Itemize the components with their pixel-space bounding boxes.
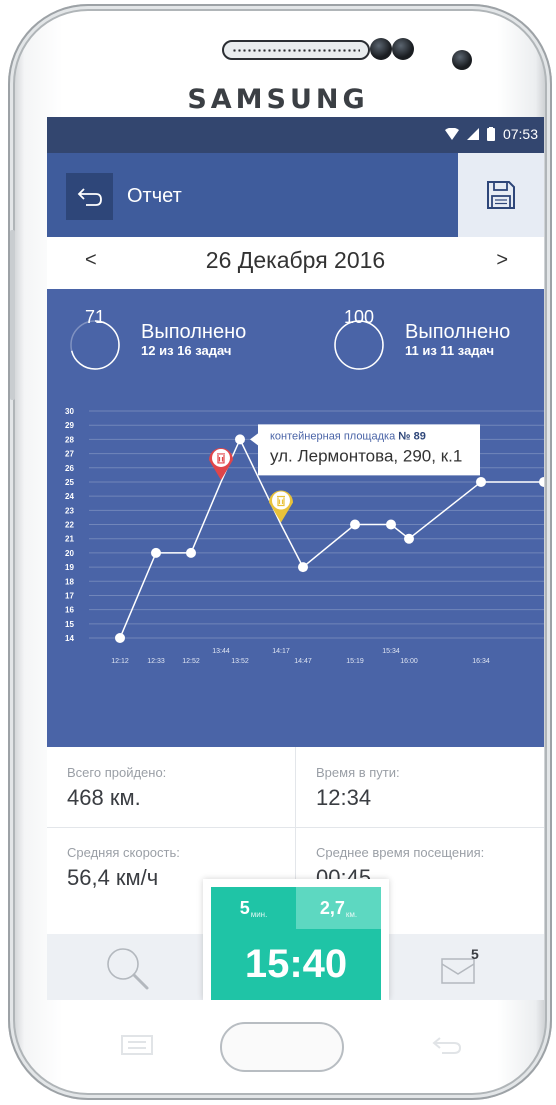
container-marker[interactable]: [209, 447, 233, 480]
y-tick-label: 21: [65, 535, 74, 544]
date-navigator: < 26 Декабря 2016 >: [47, 237, 544, 289]
location-tooltip: контейнерная площадка № 89 ул. Лермонтова…: [250, 424, 480, 476]
back-arrow-icon: [77, 187, 102, 206]
x-tick-label: 14:47: [294, 658, 312, 665]
earpiece: [222, 40, 370, 60]
data-point: [350, 519, 360, 530]
route-chart: 14 15 16 17 18 19 20 21 22 23 24 25 26 27 28 29 30 12:12 1…: [65, 407, 544, 665]
y-tick-label: 18: [65, 577, 74, 586]
tooltip-title: контейнерная площадка № 89: [270, 430, 426, 442]
y-tick-label: 20: [65, 549, 74, 558]
volume-button: [10, 230, 15, 400]
data-point: [539, 476, 544, 487]
stat-total-distance: Всего пройдено: 468 км.: [47, 747, 295, 823]
x-tick-label: 13:52: [231, 658, 249, 665]
back-key-icon[interactable]: [430, 1034, 464, 1056]
y-tick-label: 29: [65, 421, 74, 430]
back-button[interactable]: [66, 173, 113, 220]
x-tick-label: 16:34: [472, 658, 490, 665]
y-tick-label: 22: [65, 521, 74, 530]
data-point: [298, 562, 308, 573]
y-tick-label: 15: [65, 620, 74, 629]
y-tick-label: 24: [65, 492, 74, 501]
envelope-icon: [441, 958, 475, 984]
y-tick-label: 30: [65, 407, 74, 416]
x-tick-label: 12:52: [182, 658, 200, 665]
brand-logo: SAMSUNG: [187, 84, 369, 115]
status-bar: 07:53: [47, 117, 544, 153]
app-bar: Отчет: [47, 153, 544, 237]
x-tick-label: 12:33: [147, 658, 165, 665]
front-camera-icon: [452, 50, 472, 70]
wifi-icon: [444, 128, 459, 140]
x-tick-label: 15:34: [382, 648, 400, 655]
distance-unit: км.: [345, 910, 358, 919]
page-title: Отчет: [127, 185, 182, 207]
search-icon[interactable]: [103, 944, 151, 992]
x-tick-label: 14:17: [272, 648, 290, 655]
x-tick-label: 16:00: [400, 658, 418, 665]
messages-button[interactable]: 5: [437, 944, 493, 992]
data-point: [151, 547, 161, 558]
tooltip-address: ул. Лермонтова, 290, к.1: [270, 446, 462, 465]
home-button[interactable]: [220, 1022, 344, 1072]
status-time: 07:53: [502, 126, 538, 142]
light-sensor: [392, 38, 414, 60]
y-tick-label: 26: [65, 464, 74, 473]
data-point: [235, 434, 245, 445]
x-tick-label: 12:12: [111, 658, 129, 665]
next-day-button[interactable]: >: [496, 249, 508, 272]
proximity-sensor: [370, 38, 392, 60]
data-point: [404, 533, 414, 544]
chart-panel: 71 Выполнено 12 из 16 задач 100 Выполнен…: [47, 289, 544, 747]
y-tick-label: 27: [65, 450, 74, 459]
stat-label: Среднее время посещения:: [316, 845, 485, 860]
minutes-value: 5: [239, 898, 250, 918]
battery-icon: [486, 127, 495, 141]
y-tick-label: 23: [65, 506, 74, 515]
stat-value: 468 км.: [67, 785, 141, 810]
stat-value: 56,4 км/ч: [67, 865, 159, 890]
data-point: [115, 633, 125, 643]
marker-badge: [272, 491, 290, 510]
y-tick-label: 16: [65, 606, 74, 615]
stat-value: 12:34: [316, 785, 372, 810]
stat-label: Средняя скорость:: [67, 845, 180, 860]
widget-distance: 2,7 км.: [296, 887, 381, 929]
floppy-disk-icon: [487, 181, 515, 209]
signal-icon: [466, 128, 479, 140]
minutes-unit: мин.: [250, 910, 268, 919]
save-report-button[interactable]: [458, 153, 544, 237]
marker-badge: [212, 448, 230, 467]
widget-time: 15:40: [211, 929, 381, 1000]
stat-label: Всего пройдено:: [67, 765, 167, 780]
y-tick-label: 28: [65, 435, 74, 444]
y-tick-label: 17: [65, 591, 74, 600]
data-point: [186, 547, 196, 558]
messages-badge: 5: [471, 946, 479, 962]
data-point: [386, 519, 396, 530]
stat-travel-time: Время в пути: 12:34: [296, 747, 544, 823]
y-tick-label: 19: [65, 563, 74, 572]
distance-value: 2,7: [319, 898, 345, 918]
x-tick-label: 15:19: [346, 658, 364, 665]
y-tick-label: 25: [65, 478, 74, 487]
data-point: [476, 476, 486, 487]
widget-minutes: 5 мин.: [211, 887, 296, 929]
current-date: 26 Декабря 2016: [205, 247, 386, 273]
stat-label: Время в пути:: [316, 765, 400, 780]
timer-widget[interactable]: 5 мин. 2,7 км. 15:40: [203, 879, 389, 1000]
y-tick-label: 14: [65, 634, 74, 643]
menu-key-icon[interactable]: [120, 1034, 154, 1056]
container-marker[interactable]: [269, 490, 293, 523]
x-tick-label: 13:44: [212, 648, 230, 655]
screen: 07:53 Отчет < 26 Декабря 2016 > 71 Выпол…: [47, 117, 544, 1000]
